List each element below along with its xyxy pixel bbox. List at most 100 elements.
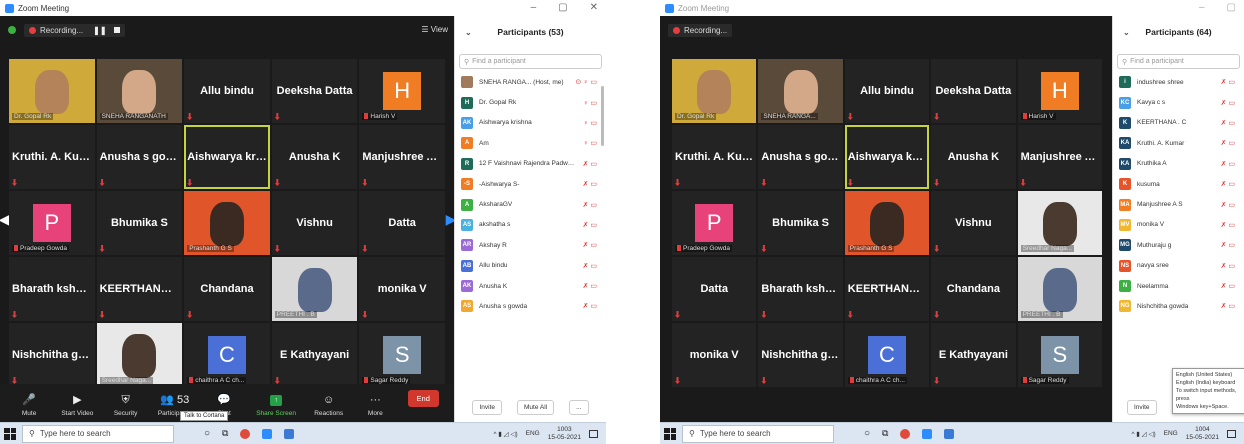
participant-row[interactable]: NG Nishchitha gowda ✗ ▭ (1113, 296, 1244, 316)
participant-row[interactable]: MA Manjushree A S ✗ ▭ (1113, 194, 1244, 214)
participant-search-input[interactable]: ⚲ Find a participant (1117, 54, 1240, 69)
participant-row[interactable]: KA Kruthi. A. Kumar ✗ ▭ (1113, 133, 1244, 153)
participant-row[interactable]: SNEHA RANGA... (Host, me) ⊙ ♀ ▭ (455, 72, 606, 92)
video-tile[interactable]: Manjushree A S (359, 125, 445, 189)
pause-recording-icon[interactable]: ❚❚ (93, 26, 106, 35)
participant-row[interactable]: AK Anusha K ✗ ▭ (455, 276, 606, 296)
share-screen-button[interactable]: ↑ Share Screen (256, 395, 296, 417)
video-tile[interactable]: Prashanth G S (844, 191, 930, 255)
mute-button[interactable]: 🎤 Mute (15, 395, 43, 418)
video-tile[interactable]: S Sagar Reddy (1017, 323, 1102, 387)
video-tile[interactable]: S Sagar Reddy (359, 323, 445, 387)
video-tile[interactable]: PREETHI . B (271, 257, 358, 321)
participant-row[interactable]: Kkusuma ✗ ▭ (1113, 174, 1244, 194)
maximize-icon[interactable]: ▢ (1227, 2, 1236, 13)
store-icon[interactable] (284, 428, 295, 439)
tray-icons[interactable]: ^ ▮ ◿ ◁) (493, 430, 517, 438)
video-tile[interactable]: Aishwarya krish... (184, 125, 270, 189)
notification-icon[interactable] (1227, 429, 1236, 438)
participant-row[interactable]: N Neelamma ✗ ▭ (1113, 276, 1244, 296)
video-tile[interactable]: Kruthi. A. Kumar (9, 125, 95, 189)
video-tile[interactable]: E Kathyayani (931, 323, 1016, 387)
language-indicator[interactable]: ENG (526, 430, 540, 437)
taskbar-search-input[interactable]: ⚲ Type here to search (22, 424, 174, 443)
participant-row[interactable]: R 12 F Vaishnavi Rajendra Padwa... ✗ ▭ (455, 154, 606, 174)
view-button[interactable]: ☰ View (421, 25, 448, 34)
notification-icon[interactable] (589, 429, 598, 438)
video-tile[interactable]: Nishchitha gow... (758, 323, 843, 387)
security-button[interactable]: ⛨ Security (112, 395, 140, 418)
participant-row[interactable]: AR Akshay R ✗ ▭ (455, 235, 606, 255)
video-tile[interactable]: Nishchitha gow... (9, 323, 95, 387)
zoom-taskbar-icon[interactable] (922, 428, 933, 439)
video-tile[interactable]: Bharath kshatri... (758, 257, 843, 321)
participant-row[interactable]: AS akshatha s ✗ ▭ (455, 215, 606, 235)
video-tile[interactable]: monika V (359, 257, 445, 321)
stop-recording-icon[interactable] (113, 27, 120, 33)
participant-row[interactable]: K KEERTHANA . C ✗ ▭ (1113, 113, 1244, 133)
start-video-button[interactable]: ▶ Start Video (61, 395, 93, 418)
video-tile[interactable]: Vishnu (931, 191, 1016, 255)
video-tile[interactable]: SNEHA RANGA... (758, 59, 843, 123)
chrome-icon[interactable] (900, 428, 911, 439)
participant-row[interactable]: i indushree shree ✗ ▭ (1113, 72, 1244, 92)
video-tile[interactable]: KEERTHANA . C (96, 257, 183, 321)
zoom-taskbar-icon[interactable] (262, 428, 273, 439)
video-tile[interactable]: Vishnu (271, 191, 358, 255)
task-view-icon[interactable]: ⧉ (222, 428, 228, 439)
recording-indicator[interactable]: Recording... ❚❚ (24, 23, 125, 37)
participant-row[interactable]: A AksharaGV ✗ ▭ (455, 194, 606, 214)
video-tile[interactable]: Manjushree A S (1017, 125, 1102, 189)
chrome-icon[interactable] (240, 428, 251, 439)
invite-button[interactable]: Invite (472, 399, 503, 415)
close-icon[interactable]: ✕ (590, 2, 598, 13)
minimize-icon[interactable]: – (531, 2, 537, 13)
participant-row[interactable]: MG Muthuraju g ✗ ▭ (1113, 235, 1244, 255)
video-tile[interactable]: H Harish V (1017, 59, 1102, 123)
video-tile[interactable]: Cchaithra A C ch... (184, 323, 270, 387)
video-tile[interactable]: P Pradeep Gowda (672, 191, 757, 255)
video-tile[interactable]: Chandana (184, 257, 270, 321)
participant-row[interactable]: MV monika V ✗ ▭ (1113, 215, 1244, 235)
participant-row[interactable]: AK Aishwarya krishna ♀ ▭ (455, 113, 606, 133)
video-tile[interactable]: Deeksha Datta (931, 59, 1016, 123)
more-options-button[interactable]: ... (569, 399, 589, 415)
video-tile[interactable]: Allu bindu (184, 59, 270, 123)
cortana-icon[interactable]: ○ (204, 428, 210, 439)
cortana-icon[interactable]: ○ (864, 428, 870, 439)
end-meeting-button[interactable]: End (407, 390, 439, 407)
windows-start-icon[interactable] (664, 427, 676, 440)
chevron-down-icon[interactable]: ⌄ (1123, 28, 1130, 37)
language-indicator[interactable]: ENG (1164, 430, 1178, 437)
video-tile[interactable]: SNEHA RANGANATH (96, 59, 183, 123)
clock[interactable]: 1003 15-05-2021 (548, 426, 581, 442)
chevron-down-icon[interactable]: ⌄ (465, 28, 472, 37)
participant-row[interactable]: NS navya sree ✗ ▭ (1113, 256, 1244, 276)
invite-button[interactable]: Invite (1127, 399, 1157, 415)
video-tile[interactable]: KEERTHANA . C (844, 257, 930, 321)
participant-row[interactable]: KA Kruthika A ✗ ▭ (1113, 154, 1244, 174)
participant-row[interactable]: AB Allu bindu ✗ ▭ (455, 256, 606, 276)
video-tile[interactable]: Bhumika S (758, 191, 843, 255)
participant-search-input[interactable]: ⚲ Find a participant (459, 54, 602, 69)
video-tile[interactable]: E Kathyayani (271, 323, 358, 387)
video-tile[interactable]: Bharath kshatri... (9, 257, 95, 321)
video-tile[interactable]: Sreedhar Naga... (1017, 191, 1102, 255)
video-tile[interactable]: Anusha K (271, 125, 358, 189)
video-tile[interactable]: Deeksha Datta (271, 59, 358, 123)
participant-scrollbar[interactable] (601, 86, 604, 146)
video-tile[interactable]: Cchaithra A C ch... (844, 323, 930, 387)
task-view-icon[interactable]: ⧉ (882, 428, 888, 439)
video-tile[interactable]: Anusha s gowda (758, 125, 843, 189)
video-tile[interactable]: Aishwarya krish... (844, 125, 930, 189)
video-tile[interactable]: Dr. Gopal Rk (9, 59, 95, 123)
participant-row[interactable]: H Dr. Gopal Rk ♀ ▭ (455, 92, 606, 112)
participant-row[interactable]: A Am ♀ ▭ (455, 133, 606, 153)
video-tile[interactable]: monika V (672, 323, 757, 387)
video-tile[interactable]: Bhumika S (96, 191, 183, 255)
participant-row[interactable]: AS Anusha s gowda ✗ ▭ (455, 296, 606, 316)
participant-row[interactable]: KC Kavya c s ✗ ▭ (1113, 92, 1244, 112)
video-tile[interactable]: Dr. Gopal Rk (672, 59, 757, 123)
video-tile[interactable]: Chandana (931, 257, 1016, 321)
participant-row[interactable]: -S -Aishwarya S- ✗ ▭ (455, 174, 606, 194)
